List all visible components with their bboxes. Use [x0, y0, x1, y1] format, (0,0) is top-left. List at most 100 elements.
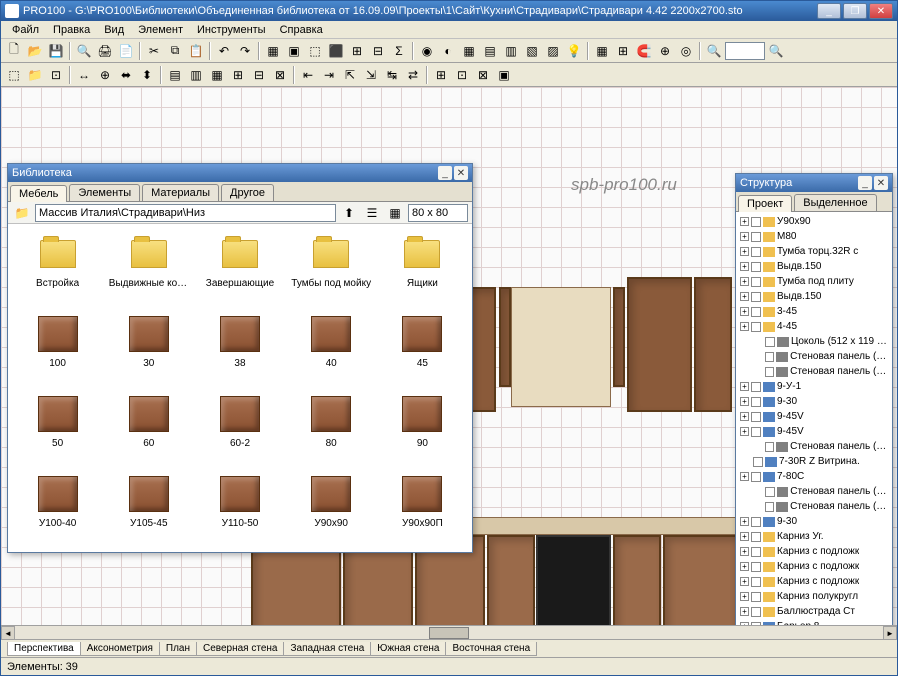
- tree-item[interactable]: +Выдв.150: [738, 259, 890, 274]
- library-item[interactable]: У100-40: [14, 470, 101, 546]
- print-icon[interactable]: 🖨: [95, 41, 115, 61]
- tree-expand-icon[interactable]: +: [740, 427, 749, 436]
- tree-item[interactable]: +Выдв.150: [738, 289, 890, 304]
- tree-item[interactable]: +Карниз Уг.: [738, 529, 890, 544]
- tree-item[interactable]: +7-80С: [738, 469, 890, 484]
- library-item[interactable]: 45: [379, 310, 466, 386]
- tree-item[interactable]: Стеновая панель (900: [738, 499, 890, 514]
- tree-expand-icon[interactable]: +: [740, 262, 749, 271]
- library-item[interactable]: У90x90: [288, 470, 375, 546]
- library-item[interactable]: У90x90П: [379, 470, 466, 546]
- zoom-fit-icon[interactable]: 🔍: [766, 41, 786, 61]
- tool-icon[interactable]: ⬚: [4, 65, 24, 85]
- scroll-right-icon[interactable]: ►: [883, 626, 897, 639]
- tree-expand-icon[interactable]: +: [740, 292, 749, 301]
- checkbox[interactable]: [751, 397, 761, 407]
- panel-close-icon[interactable]: ✕: [874, 176, 888, 190]
- checkbox[interactable]: [751, 232, 761, 242]
- save-icon[interactable]: 💾: [46, 41, 66, 61]
- tree-item[interactable]: +Тумба торц.32R с: [738, 244, 890, 259]
- checkbox[interactable]: [751, 517, 761, 527]
- tool-icon[interactable]: ⊠: [473, 65, 493, 85]
- checkbox[interactable]: [765, 337, 775, 347]
- tree-expand-icon[interactable]: +: [740, 472, 749, 481]
- checkbox[interactable]: [751, 562, 761, 572]
- tool-icon[interactable]: ▦: [263, 41, 283, 61]
- tree-item[interactable]: +Карниз с подложк: [738, 574, 890, 589]
- tool-icon[interactable]: ⇲: [361, 65, 381, 85]
- magnet-icon[interactable]: 🧲: [634, 41, 654, 61]
- checkbox[interactable]: [765, 352, 775, 362]
- tree-item[interactable]: +9-У-1: [738, 379, 890, 394]
- view-grid-icon[interactable]: ▦: [385, 203, 405, 223]
- library-item[interactable]: 38: [196, 310, 283, 386]
- redo-icon[interactable]: ↷: [235, 41, 255, 61]
- library-item[interactable]: У105-45: [105, 470, 192, 546]
- tool-icon[interactable]: ↹: [382, 65, 402, 85]
- checkbox[interactable]: [765, 487, 775, 497]
- scrollbar-horizontal[interactable]: [15, 626, 883, 639]
- library-item[interactable]: 40: [288, 310, 375, 386]
- tool-icon[interactable]: ▦: [592, 41, 612, 61]
- view-list-icon[interactable]: ☰: [362, 203, 382, 223]
- view-tab[interactable]: Восточная стена: [445, 642, 537, 656]
- preview-icon[interactable]: 🔍: [74, 41, 94, 61]
- tool-icon[interactable]: ⊡: [452, 65, 472, 85]
- tree-expand-icon[interactable]: +: [740, 412, 749, 421]
- tool-icon[interactable]: ⇥: [319, 65, 339, 85]
- tree-expand-icon[interactable]: +: [740, 517, 749, 526]
- tree-expand-icon[interactable]: +: [740, 217, 749, 226]
- view-tab[interactable]: Аксонометрия: [80, 642, 160, 656]
- tree-item[interactable]: 7-30R Z Витрина.: [738, 454, 890, 469]
- library-item[interactable]: 60: [105, 390, 192, 466]
- library-item[interactable]: 30: [105, 310, 192, 386]
- tool-icon[interactable]: ◉: [417, 41, 437, 61]
- library-item[interactable]: 90: [379, 390, 466, 466]
- tool-icon[interactable]: ⊕: [655, 41, 675, 61]
- library-item[interactable]: Выдвижные корзины: [105, 230, 192, 306]
- tool-icon[interactable]: ⇱: [340, 65, 360, 85]
- view-tab[interactable]: План: [159, 642, 197, 656]
- tool-icon[interactable]: ⊞: [613, 41, 633, 61]
- panel-close-icon[interactable]: ✕: [454, 166, 468, 180]
- checkbox[interactable]: [751, 532, 761, 542]
- page-icon[interactable]: 📄: [116, 41, 136, 61]
- tool-icon[interactable]: ▦: [459, 41, 479, 61]
- library-item[interactable]: 60-2: [196, 390, 283, 466]
- checkbox[interactable]: [751, 427, 761, 437]
- tree-item[interactable]: Цоколь (512 x 119 x 1: [738, 334, 890, 349]
- menu-Справка[interactable]: Справка: [273, 22, 330, 38]
- tree-item[interactable]: +9-30: [738, 514, 890, 529]
- checkbox[interactable]: [751, 592, 761, 602]
- tree-item[interactable]: +М80: [738, 229, 890, 244]
- paste-icon[interactable]: 📋: [186, 41, 206, 61]
- tree-expand-icon[interactable]: +: [740, 277, 749, 286]
- tool-icon[interactable]: ⇄: [403, 65, 423, 85]
- tool-icon[interactable]: ▣: [494, 65, 514, 85]
- tool-icon[interactable]: ⊟: [249, 65, 269, 85]
- tree-expand-icon[interactable]: +: [740, 562, 749, 571]
- tool-icon[interactable]: ⬍: [137, 65, 157, 85]
- tool-icon[interactable]: ⊟: [368, 41, 388, 61]
- tree-item[interactable]: Стеновая панель (199: [738, 349, 890, 364]
- menu-Инструменты[interactable]: Инструменты: [190, 22, 273, 38]
- checkbox[interactable]: [751, 382, 761, 392]
- structure-tab[interactable]: Выделенное: [794, 194, 876, 211]
- open-icon[interactable]: 📂: [25, 41, 45, 61]
- close-button[interactable]: ✕: [869, 3, 893, 19]
- tool-icon[interactable]: ⊡: [46, 65, 66, 85]
- library-item[interactable]: Встройка: [14, 230, 101, 306]
- tool-icon[interactable]: ▣: [284, 41, 304, 61]
- minimize-button[interactable]: _: [817, 3, 841, 19]
- library-item[interactable]: 50: [14, 390, 101, 466]
- tool-icon[interactable]: ⊠: [270, 65, 290, 85]
- tree-item[interactable]: +3-45: [738, 304, 890, 319]
- tree-expand-icon[interactable]: +: [740, 247, 749, 256]
- library-tab[interactable]: Элементы: [69, 184, 140, 201]
- tool-icon[interactable]: ↔: [74, 65, 94, 85]
- up-folder-icon[interactable]: ⬆: [339, 203, 359, 223]
- checkbox[interactable]: [751, 217, 761, 227]
- checkbox[interactable]: [751, 577, 761, 587]
- tree-expand-icon[interactable]: +: [740, 592, 749, 601]
- tool-icon[interactable]: ▤: [480, 41, 500, 61]
